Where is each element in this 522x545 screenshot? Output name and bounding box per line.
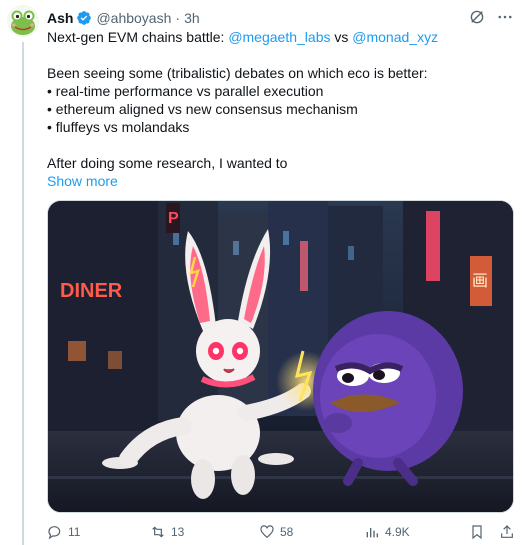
more-icon[interactable] xyxy=(496,8,514,26)
like-count: 58 xyxy=(280,525,294,539)
separator-dot: · xyxy=(175,10,181,26)
reply-icon xyxy=(48,526,61,540)
avatar[interactable] xyxy=(7,5,39,37)
views-count: 4.9K xyxy=(385,525,410,539)
bullet-item: • ethereum aligned vs new consensus mech… xyxy=(47,101,358,117)
tweet-line-3: After doing some research, I wanted to xyxy=(47,155,288,171)
show-more-link[interactable]: Show more xyxy=(47,172,507,190)
share-button[interactable] xyxy=(499,522,515,542)
neon-sign-right: 画 xyxy=(472,271,488,290)
author-name[interactable]: Ash xyxy=(47,10,73,26)
tweet-line-2: Been seeing some (tribalistic) debates o… xyxy=(47,65,428,81)
views-icon xyxy=(366,528,378,538)
frog-avatar-icon xyxy=(7,5,39,37)
tweet-top-actions xyxy=(468,8,514,26)
like-button[interactable]: 58 xyxy=(259,522,293,542)
tweet-header: Ash @ahboyash · 3h xyxy=(47,8,200,28)
tweet-text: Next-gen EVM chains battle: @megaeth_lab… xyxy=(47,28,507,190)
diner-sign: DINER xyxy=(60,280,123,302)
reply-count: 11 xyxy=(68,525,81,539)
author-handle[interactable]: @ahboyash xyxy=(96,10,171,26)
bookmark-icon xyxy=(472,525,482,540)
bullet-item: • real-time performance vs parallel exec… xyxy=(47,83,324,99)
repost-count: 13 xyxy=(171,525,185,539)
battle-illustration: DINER P 画 xyxy=(48,201,513,512)
mention-monad[interactable]: @monad_xyz xyxy=(352,29,438,45)
mention-megaeth[interactable]: @megaeth_labs xyxy=(228,29,330,45)
tweet-line-1: Next-gen EVM chains battle: @megaeth_lab… xyxy=(47,28,507,46)
share-icon xyxy=(501,525,513,538)
tweet-image[interactable]: DINER P 画 xyxy=(47,200,514,513)
text-segment: vs xyxy=(330,29,353,45)
tweet-actions: 11 13 58 4.9K xyxy=(47,522,517,542)
verified-badge-icon xyxy=(77,11,92,25)
bullet-item: • fluffeys vs molandaks xyxy=(47,119,190,135)
thread-line xyxy=(22,42,24,545)
text-segment: Next-gen EVM chains battle: xyxy=(47,29,229,45)
tweet: Ash @ahboyash · 3h Next-gen EVM chains b… xyxy=(0,0,522,545)
grok-icon[interactable] xyxy=(468,8,486,26)
repost-button[interactable]: 13 xyxy=(150,522,184,542)
timestamp[interactable]: 3h xyxy=(184,10,200,26)
views-button[interactable]: 4.9K xyxy=(364,522,410,542)
repost-icon xyxy=(152,526,164,538)
bookmark-button[interactable] xyxy=(469,522,485,542)
reply-button[interactable]: 11 xyxy=(47,522,80,542)
neon-sign-left: P xyxy=(168,210,179,227)
like-icon xyxy=(260,525,274,539)
